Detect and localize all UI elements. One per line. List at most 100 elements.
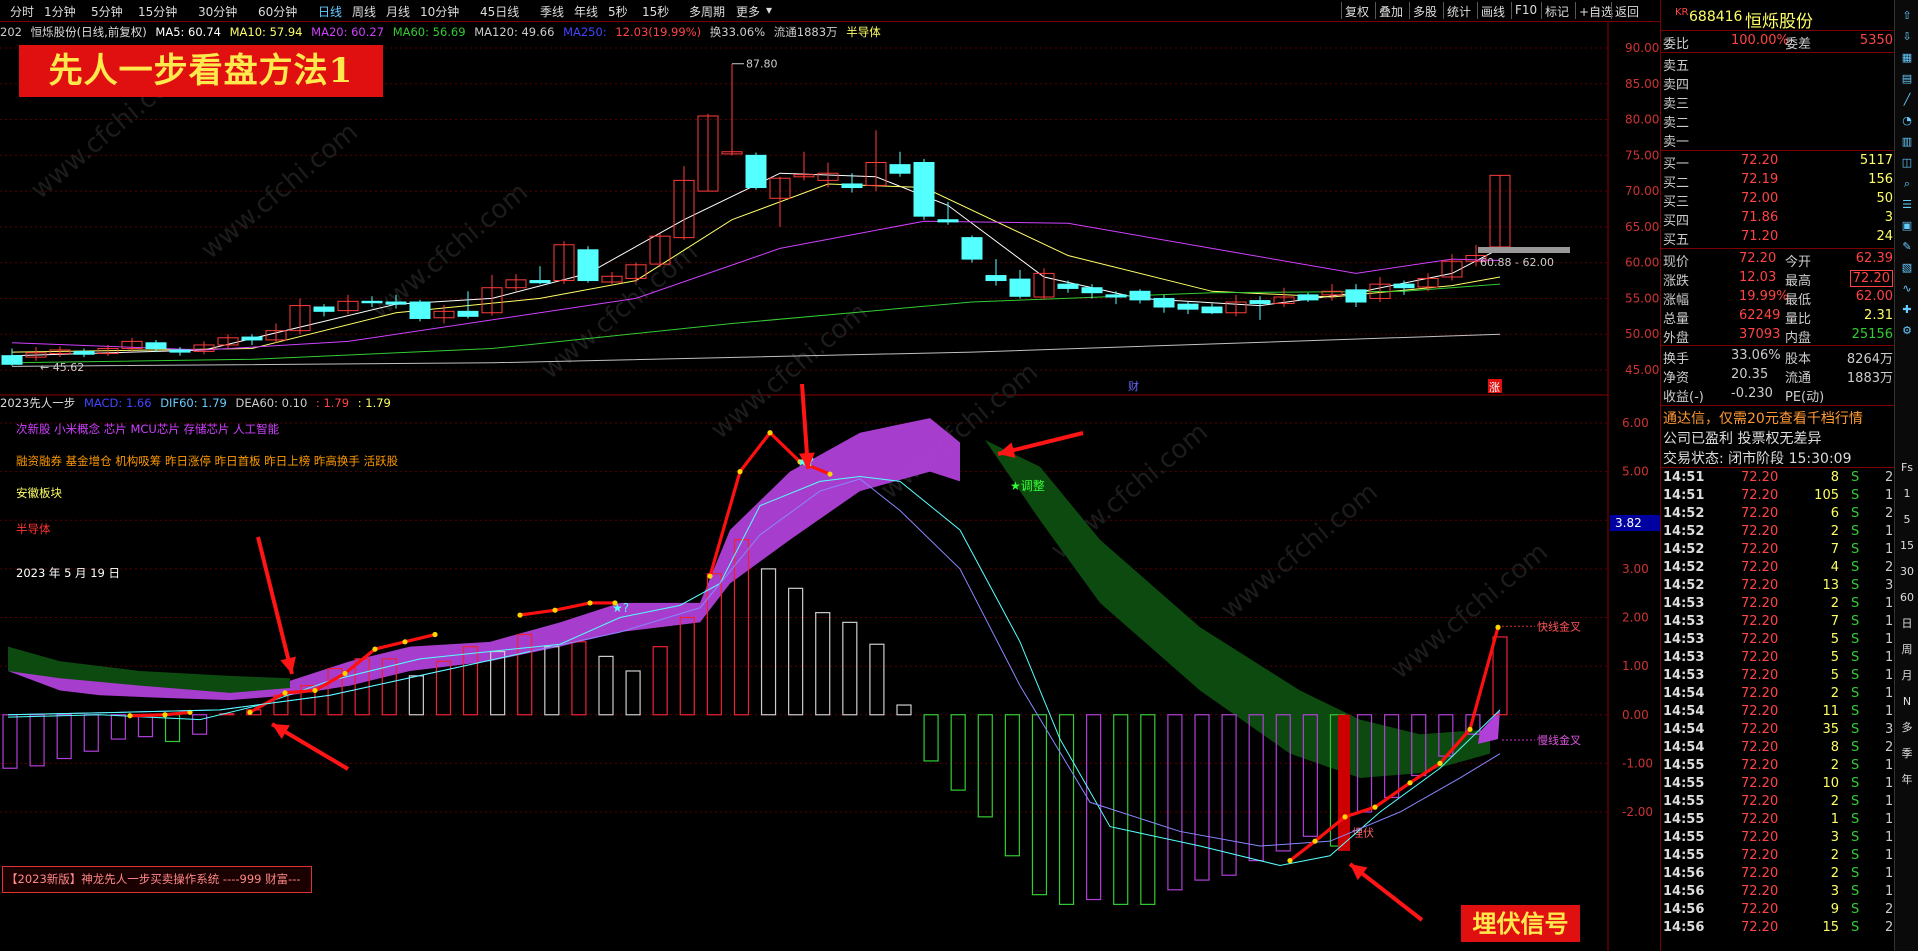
- ma-line: [11, 333, 1501, 367]
- tick-row: 14:54 72.20 2 S 1: [1663, 686, 1894, 701]
- ma-line: [11, 172, 1501, 357]
- current-value-label: 3.82: [1615, 516, 1642, 530]
- cube-icon[interactable]: ▣: [1898, 218, 1916, 234]
- annotation-arrow-head: [280, 656, 296, 674]
- price-tick-label: 75.00: [1625, 148, 1659, 162]
- industry-note: 半导体: [16, 522, 51, 536]
- v2-label: : 1.79: [357, 396, 391, 410]
- panel-divider: [1661, 467, 1895, 468]
- stock-title: 恒烁股份(日线,前复权): [30, 25, 147, 39]
- macd-label: MACD: 1.66: [83, 396, 152, 410]
- signal-dot: [432, 631, 438, 638]
- period-shortcut[interactable]: N: [1898, 694, 1916, 710]
- quote-stat-row: 涨幅 19.99% 最低 62.00: [1663, 289, 1893, 308]
- signal-dot: [1372, 804, 1378, 810]
- chart-icon[interactable]: ◫: [1898, 155, 1916, 171]
- line-icon[interactable]: ╱: [1898, 92, 1916, 108]
- tick-row: 14:53 72.20 7 S 1: [1663, 614, 1894, 629]
- ma10-label: MA10: 57.94: [229, 25, 303, 39]
- watermark-text: www.cfchi.com: [705, 297, 874, 445]
- quote-stat-row: 现价 72.20 今开 62.39: [1663, 251, 1893, 270]
- macd-bar: [192, 714, 208, 735]
- promo-row: 通达信，仅需20元查看千档行情: [1663, 411, 1863, 427]
- macd-bar: [679, 616, 695, 716]
- period-shortcut[interactable]: 60: [1898, 590, 1916, 606]
- period-shortcut[interactable]: 多: [1898, 720, 1916, 736]
- signal-dot: [587, 600, 593, 606]
- period-shortcut[interactable]: Fs: [1898, 460, 1916, 476]
- candle-body: [145, 342, 167, 350]
- indicator-tick-label: 0.00: [1622, 708, 1649, 722]
- sell-level-row: 卖二: [1663, 116, 1690, 131]
- right-toolbar: ⇧ ⇩ ▦ ▤ ╱ ◔ ▥ ◫ ⌕ ☰ ▣ ✎ ▧ ∿ ✚ ⚙ Fs 1 5 15 30 60 日周月 N 多季年: [1894, 0, 1918, 951]
- candle-body: [361, 300, 383, 304]
- macd-bar: [571, 641, 587, 716]
- concept-note: 次新股 小米概念 芯片 MCU芯片 存储芯片 人工智能: [16, 422, 280, 436]
- star-marker: ★?: [612, 601, 629, 615]
- candle-body: [385, 301, 407, 305]
- candle-body: [1009, 278, 1031, 297]
- stock-code[interactable]: 688416: [1689, 9, 1742, 25]
- candle-body: [841, 183, 863, 189]
- macd-bar: [110, 714, 126, 740]
- badge: KR: [1675, 7, 1689, 18]
- pie-icon[interactable]: ◔: [1898, 113, 1916, 129]
- high-label: 87.80: [746, 58, 778, 71]
- indicator-tick-label: 5.00: [1622, 465, 1649, 479]
- quote-stat-row: 换手 33.06% 股本 8264万: [1663, 348, 1893, 367]
- period-shortcut[interactable]: 5: [1898, 512, 1916, 528]
- plus-icon[interactable]: ✚: [1898, 302, 1916, 318]
- macd-bar: [2, 714, 18, 769]
- macd-bar: [29, 714, 45, 767]
- sector-label: 半导体: [846, 25, 881, 39]
- period-shortcut[interactable]: 周: [1898, 642, 1916, 658]
- candle-body: [1057, 283, 1079, 289]
- macd-bar: [760, 568, 777, 716]
- period-shortcut[interactable]: 日: [1898, 616, 1916, 632]
- candle-body: [1201, 306, 1223, 314]
- signal-dot: [342, 670, 348, 677]
- period-shortcut[interactable]: 月: [1898, 668, 1916, 684]
- bars-icon[interactable]: ▤: [1898, 71, 1916, 87]
- stock-name[interactable]: 恒烁股份: [1745, 7, 1813, 32]
- wave-icon[interactable]: ∿: [1898, 281, 1916, 297]
- signal-dot: [1312, 838, 1318, 844]
- quote-stat-row: 收益(-) -0.230 PE(动): [1663, 386, 1825, 405]
- macd-bar: [1031, 714, 1048, 896]
- sell-level-row: 卖一: [1663, 135, 1690, 150]
- list-icon[interactable]: ☰: [1898, 197, 1916, 213]
- pen-icon[interactable]: ✎: [1898, 239, 1916, 255]
- stock-header: KR 688416 恒烁股份: [1661, 7, 1895, 32]
- candle-body: [1, 355, 23, 365]
- tick-row: 14:55 72.20 2 S 1: [1663, 848, 1894, 863]
- signal-dot: [1437, 760, 1443, 766]
- v1-label: : 1.79: [315, 396, 350, 410]
- gear-icon[interactable]: ⚙: [1898, 323, 1916, 339]
- period-shortcut[interactable]: 季: [1898, 746, 1916, 762]
- signal-dot: [162, 712, 168, 718]
- indicator-name[interactable]: 2023先人一步: [0, 396, 75, 410]
- down-arrow-icon[interactable]: ⇩: [1898, 29, 1916, 45]
- macd-bar: [652, 646, 668, 716]
- tick-row: 14:51 72.20 105 S 1: [1663, 488, 1894, 503]
- period-shortcut[interactable]: 30: [1898, 564, 1916, 580]
- period-shortcut[interactable]: 年: [1898, 772, 1916, 788]
- tick-row: 14:52 72.20 7 S 1: [1663, 542, 1894, 557]
- tick-row: 14:56 72.20 15 S 2: [1663, 920, 1894, 935]
- table-icon[interactable]: ▥: [1898, 134, 1916, 150]
- quote-panel: KR 688416 恒烁股份 委比 100.00% 委差 5350 卖五 卖四 卖三 卖二 卖一 买一 7…: [1660, 0, 1895, 951]
- period-shortcut[interactable]: 15: [1898, 538, 1916, 554]
- tile-icon[interactable]: ▧: [1898, 260, 1916, 276]
- buy-level-row: 买四 71.86 3: [1663, 210, 1893, 229]
- macd-bar: [544, 646, 560, 716]
- sell-level-row: 卖三: [1663, 97, 1690, 112]
- search-icon[interactable]: ⌕: [1898, 176, 1916, 192]
- quote-stat-row: 净资 20.35 流通 1883万: [1663, 367, 1893, 386]
- macd-bar: [83, 714, 99, 752]
- macd-bar: [869, 643, 885, 716]
- candle-body: [913, 161, 935, 217]
- period-shortcut[interactable]: 1: [1898, 486, 1916, 502]
- grid-icon[interactable]: ▦: [1898, 50, 1916, 66]
- region-note: 安徽板块: [16, 486, 62, 500]
- up-arrow-icon[interactable]: ⇧: [1898, 8, 1916, 24]
